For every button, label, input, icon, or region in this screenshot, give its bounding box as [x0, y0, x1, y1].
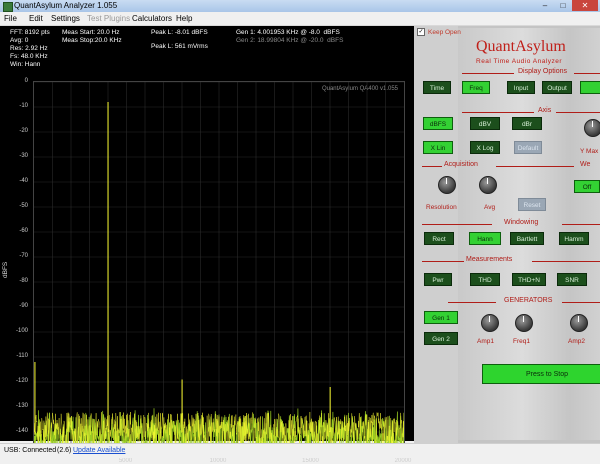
y-tick-label: -80 — [19, 278, 28, 284]
keep-open-label: Keep Open — [428, 28, 461, 36]
x-log-button[interactable]: X Log — [470, 141, 500, 154]
resolution-label: Resolution — [426, 204, 457, 211]
time-button[interactable]: Time — [423, 81, 451, 94]
y-axis-label: dBFS — [2, 261, 9, 278]
fs-readout: Fs: 48.0 KHz — [10, 53, 48, 60]
freq1-knob[interactable] — [515, 314, 533, 332]
brand-logo: QuantAsylum — [476, 38, 566, 55]
control-panel: ✓ Keep Open QuantAsylum Real Time Audio … — [414, 26, 600, 443]
x-tick-label: 15000 — [302, 458, 319, 464]
y-tick-label: -110 — [16, 353, 28, 359]
thd-n-button[interactable]: THD+N — [512, 273, 546, 286]
window-title: QuantAsylum Analyzer 1.055 — [14, 1, 118, 10]
y-tick-label: -50 — [19, 203, 28, 209]
hamm-button[interactable]: Hamm — [559, 232, 589, 245]
meas-start-readout: Meas Start: 20.0 Hz — [62, 29, 120, 36]
measurements-heading: Measurements — [466, 256, 513, 263]
gen1-button[interactable]: Gen 1 — [424, 311, 458, 324]
menu-test-plugins[interactable]: Test Plugins — [87, 12, 130, 25]
dbfs-button[interactable]: dBFS — [423, 117, 453, 130]
y-tick-label: -140 — [15, 428, 28, 434]
acquisition-heading: Acquisition — [444, 161, 478, 168]
y-tick-label: -30 — [19, 153, 28, 159]
display-options-heading: Display Options — [518, 68, 568, 75]
weighting-off-button[interactable]: Off — [574, 180, 600, 193]
dbr-button[interactable]: dBr — [512, 117, 542, 130]
app-icon — [3, 2, 13, 12]
amp1-label: Amp1 — [477, 338, 494, 345]
windowing-heading: Windowing — [504, 219, 539, 226]
spectrum-plot-panel[interactable]: FFT: 8192 pts Avg: 0 Res: 2.92 Hz Fs: 48… — [0, 26, 414, 464]
meas-stop-readout: Meas Stop:20.0 KHz — [62, 37, 122, 44]
res-readout: Res: 2.92 Hz — [10, 45, 48, 52]
x-tick-label: 20000 — [394, 458, 412, 464]
status-bar: USB: Connected (2.6) Update Available — [0, 443, 600, 458]
amp2-label: Amp2 — [568, 338, 585, 345]
we-heading: We — [580, 161, 591, 168]
press-to-stop-button[interactable]: Press to Stop — [482, 364, 600, 384]
y-tick-label: -70 — [19, 253, 28, 259]
resolution-knob[interactable] — [438, 176, 456, 194]
y-tick-label: -130 — [15, 403, 28, 409]
dbv-button[interactable]: dBV — [470, 117, 500, 130]
amp2-knob[interactable] — [570, 314, 588, 332]
hann-button[interactable]: Hann — [469, 232, 501, 245]
avg-readout: Avg: 0 — [10, 37, 29, 44]
axis-default-button[interactable]: Default — [514, 141, 542, 154]
connection-count: (2.6) — [57, 447, 72, 454]
y-tick-label: 0 — [24, 78, 28, 84]
input-button[interactable]: Input — [507, 81, 535, 94]
pwr-button[interactable]: Pwr — [424, 273, 452, 286]
generators-heading: GENERATORS — [504, 297, 553, 304]
menu-settings[interactable]: Settings — [51, 12, 80, 25]
rect-button[interactable]: Rect — [424, 232, 454, 245]
keep-open-checkbox[interactable]: ✓ — [417, 28, 425, 36]
axis-heading: Axis — [538, 107, 552, 114]
y-tick-label: -40 — [19, 178, 28, 184]
peak-vrms-readout: Peak L: 561 mVrms — [151, 43, 208, 50]
menu-calculators[interactable]: Calculators — [132, 12, 172, 25]
close-button[interactable]: ✕ — [572, 0, 598, 11]
connection-status: USB: Connected — [4, 447, 57, 454]
gen2-button[interactable]: Gen 2 — [424, 332, 458, 345]
plot-area: QuantAsylum QA400 v1.055 — [33, 81, 405, 458]
gen2-readout: Gen 2: 18.99804 KHz @ -20.0 dBFS — [236, 37, 344, 44]
display-extra-button[interactable] — [580, 81, 600, 94]
gen1-readout: Gen 1: 4.001953 KHz @ -8.0 dBFS — [236, 29, 340, 36]
menu-bar: File Edit Settings Test Plugins Calculat… — [0, 12, 600, 26]
y-tick-label: -10 — [19, 103, 28, 109]
amp1-knob[interactable] — [481, 314, 499, 332]
x-tick-label: 10000 — [209, 458, 227, 464]
bartlett-button[interactable]: Bartlett — [510, 232, 544, 245]
output-button[interactable]: Output — [542, 81, 572, 94]
peak-dbfs-readout: Peak L: -8.01 dBFS — [151, 29, 208, 36]
snr-button[interactable]: SNR — [557, 273, 587, 286]
y-max-knob[interactable] — [584, 119, 600, 137]
reset-button[interactable]: Reset — [518, 198, 546, 211]
menu-help[interactable]: Help — [176, 12, 192, 25]
keep-open-option[interactable]: ✓ Keep Open — [417, 28, 461, 36]
fft-readout: FFT: 8192 pts — [10, 29, 50, 36]
spectrum-chart — [34, 82, 404, 457]
y-tick-label: -20 — [19, 128, 28, 134]
y-tick-label: -120 — [15, 378, 28, 384]
y-tick-label: -90 — [19, 303, 28, 309]
thd-button[interactable]: THD — [470, 273, 500, 286]
x-tick-label: 5000 — [118, 458, 133, 464]
avg-label: Avg — [484, 204, 496, 211]
freq-button[interactable]: Freq — [462, 81, 490, 94]
menu-edit[interactable]: Edit — [29, 12, 43, 25]
avg-knob[interactable] — [479, 176, 497, 194]
update-available-link[interactable]: Update Available — [73, 444, 125, 458]
y-tick-label: -100 — [15, 328, 28, 334]
maximize-button[interactable]: □ — [554, 0, 572, 11]
y-tick-label: -60 — [19, 228, 28, 234]
x-lin-button[interactable]: X Lin — [423, 141, 453, 154]
brand-tagline: Real Time Audio Analyzer — [476, 58, 563, 65]
y-max-label: Y Max — [580, 148, 599, 155]
win-readout: Win: Hann — [10, 61, 41, 68]
freq1-label: Freq1 — [513, 338, 530, 345]
minimize-button[interactable]: – — [536, 0, 554, 11]
menu-file[interactable]: File — [4, 12, 17, 25]
